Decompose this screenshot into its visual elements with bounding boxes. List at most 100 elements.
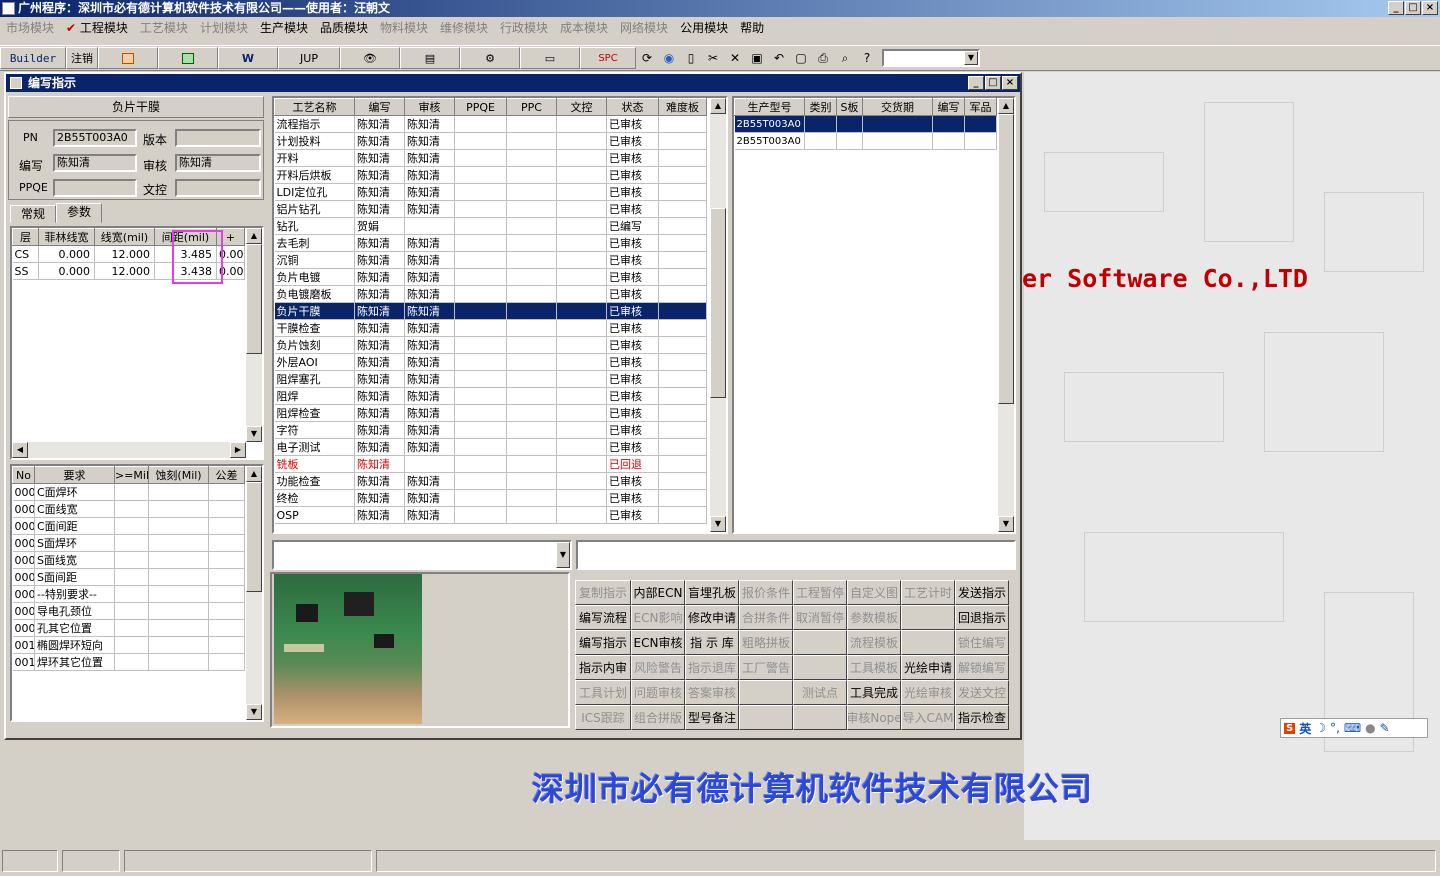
cut-icon[interactable]: ✂	[702, 47, 724, 69]
action-button[interactable]: 风险警告	[631, 655, 685, 680]
model-col-delivery[interactable]: 交货期	[862, 98, 933, 116]
process-col-name[interactable]: 工艺名称	[274, 98, 355, 116]
scroll-up-icon[interactable]: ▲	[998, 98, 1014, 114]
action-button[interactable]: 工艺计时	[901, 580, 955, 605]
param-col-film-width[interactable]: 菲林线宽	[38, 228, 95, 246]
action-button[interactable]: 流程模板	[847, 630, 901, 655]
action-button[interactable]: 编写流程	[575, 605, 631, 630]
ppqe-field[interactable]	[53, 179, 137, 197]
table-row[interactable]: 铝片钻孔 陈知清 陈知清 已审核	[274, 200, 707, 218]
table-row[interactable]: 001 焊环其它位置	[12, 653, 245, 671]
param-vscroll[interactable]: ▲ ▼	[246, 228, 262, 442]
action-button[interactable]: 解锁编写	[955, 655, 1009, 680]
table-row[interactable]: 计划投料 陈知清 陈知清 已审核	[274, 132, 707, 150]
table-row[interactable]: 000 --特别要求--	[12, 585, 245, 603]
child-minimize-button[interactable]: _	[968, 76, 984, 90]
logout-button[interactable]: 注销	[66, 47, 98, 69]
menu-cost[interactable]: 成本模块	[554, 19, 614, 36]
menu-process[interactable]: 工艺模块	[134, 19, 194, 36]
table-row[interactable]: 000 S面焊环	[12, 534, 245, 552]
punctuation-icon[interactable]: °,	[1330, 721, 1340, 735]
action-button[interactable]: ICS跟踪	[575, 705, 631, 730]
eye-icon[interactable]: 👁	[340, 47, 400, 69]
menu-engineering[interactable]: ✔ 工程模块	[60, 19, 134, 36]
req-col-tolerance[interactable]: 公差	[208, 466, 245, 484]
delete-icon[interactable]: ✕	[724, 47, 746, 69]
wrench-icon[interactable]: ✎	[1380, 721, 1390, 735]
table-row[interactable]: 阻焊检查 陈知清 陈知清 已审核	[274, 404, 707, 422]
note-input[interactable]	[576, 540, 1016, 570]
print-icon[interactable]: ⎙	[812, 47, 834, 69]
save-icon[interactable]: ▣	[746, 47, 768, 69]
table-row[interactable]: 2B55T003A0	[734, 132, 997, 150]
action-button[interactable]: 指示内审	[575, 655, 631, 680]
table-row[interactable]: 000 C面线宽	[12, 500, 245, 518]
table-row[interactable]: 开料 陈知清 陈知清 已审核	[274, 149, 707, 167]
tab-general[interactable]: 常规	[10, 205, 57, 223]
menu-network[interactable]: 网络模块	[614, 19, 674, 36]
powerpoint-icon[interactable]	[98, 47, 158, 69]
action-button[interactable]: 组合拼版	[631, 705, 685, 730]
action-button[interactable]: 指示检查	[955, 705, 1009, 730]
table-row[interactable]: 字符 陈知清 陈知清 已审核	[274, 421, 707, 439]
action-button[interactable]: 取消暂停	[793, 605, 847, 630]
table-row[interactable]: 阻焊 陈知清 陈知清 已审核	[274, 387, 707, 405]
internet-icon[interactable]: ◉	[658, 47, 680, 69]
new-file-icon[interactable]: ▯	[680, 47, 702, 69]
close-button[interactable]: ×	[1422, 1, 1438, 15]
action-button[interactable]: 测试点	[793, 680, 847, 705]
process-combo[interactable]: ▼	[272, 540, 572, 570]
model-vscroll[interactable]: ▲ ▼	[998, 98, 1014, 532]
table-row[interactable]: 外层AOI 陈知清 陈知清 已审核	[274, 353, 707, 371]
req-col-min[interactable]: >=Mil	[114, 466, 149, 484]
ime-toolbar[interactable]: S 英 ☽ °, ⌨ ● ✎	[1280, 718, 1428, 738]
model-col-part[interactable]: 生产型号	[734, 98, 805, 116]
action-button[interactable]: 指示退库	[685, 655, 739, 680]
req-col-etch[interactable]: 蚀刻(Mil)	[148, 466, 209, 484]
action-button[interactable]: ECN审核	[631, 630, 685, 655]
table-row[interactable]: 开料后烘板 陈知清 陈知清 已审核	[274, 166, 707, 184]
pn-field[interactable]: 2B55T003A0	[53, 129, 137, 147]
action-button[interactable]: 发送文控	[955, 680, 1009, 705]
ime-lang[interactable]: 英	[1299, 720, 1311, 737]
table-row[interactable]: 干膜检查 陈知清 陈知清 已审核	[274, 319, 707, 337]
action-button[interactable]: 工具计划	[575, 680, 631, 705]
menu-quality[interactable]: 品质模块	[314, 19, 374, 36]
moon-icon[interactable]: ☽	[1315, 721, 1326, 735]
action-button[interactable]: 修改申请	[685, 605, 739, 630]
model-col-sboard[interactable]: S板	[836, 98, 863, 116]
model-col-military[interactable]: 军品	[964, 98, 997, 116]
menu-production[interactable]: 生产模块	[254, 19, 314, 36]
action-button[interactable]: 回退指示	[955, 605, 1009, 630]
req-vscroll[interactable]: ▲ ▼	[246, 466, 262, 720]
scroll-up-icon[interactable]: ▲	[246, 228, 262, 244]
action-button[interactable]: 工厂警告	[739, 655, 793, 680]
table-row[interactable]: 电子测试 陈知清 陈知清 已审核	[274, 438, 707, 456]
table-row[interactable]: 功能检查 陈知清 陈知清 已审核	[274, 472, 707, 490]
table-row[interactable]: 去毛刺 陈知清 陈知清 已审核	[274, 234, 707, 252]
scroll-down-icon[interactable]: ▼	[246, 426, 262, 442]
review-field[interactable]: 陈知清	[175, 154, 261, 172]
scroll-down-icon[interactable]: ▼	[998, 516, 1014, 532]
table-row[interactable]: 负电镀磨板 陈知清 陈知清 已审核	[274, 285, 707, 303]
maximize-button[interactable]: □	[1405, 1, 1421, 15]
table-row[interactable]: OSP 陈知清 陈知清 已审核	[274, 506, 707, 524]
child-maximize-button[interactable]: □	[985, 76, 1001, 90]
table-row[interactable]: 000 S面间距	[12, 568, 245, 586]
table-row[interactable]: 000 S面线宽	[12, 551, 245, 569]
word-icon[interactable]: W	[218, 47, 278, 69]
action-button[interactable]: 工具完成	[847, 680, 901, 705]
database-icon[interactable]: ▤	[400, 47, 460, 69]
toolbar-combo[interactable]: ▼	[882, 49, 980, 67]
table-row[interactable]: 2B55T003A0	[734, 115, 997, 133]
action-button[interactable]: 发送指示	[955, 580, 1009, 605]
action-button[interactable]: 编写指示	[575, 630, 631, 655]
action-button[interactable]: 锁住编写	[955, 630, 1009, 655]
undo-icon[interactable]: ↶	[768, 47, 790, 69]
action-button[interactable]: 工程暂停	[793, 580, 847, 605]
menu-common[interactable]: 公用模块	[674, 19, 734, 36]
builder-button[interactable]: Builder	[0, 47, 66, 69]
action-button[interactable]: 粗略拼板	[739, 630, 793, 655]
action-button[interactable]: 自定义图	[847, 580, 901, 605]
action-button[interactable]: 审核Nope	[847, 705, 901, 730]
